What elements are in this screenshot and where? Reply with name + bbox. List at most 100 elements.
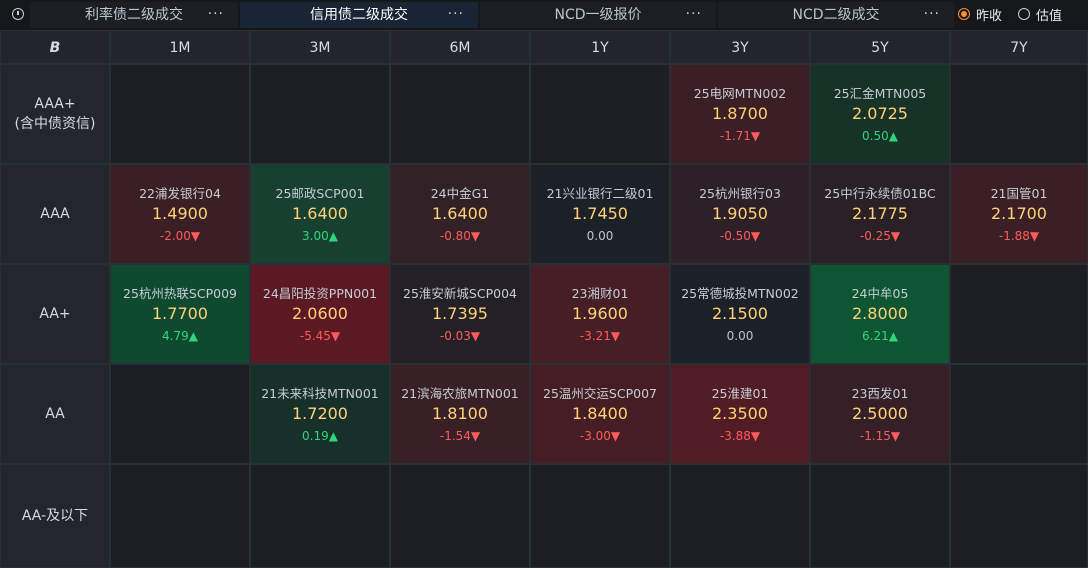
bond-name: 25淮建01 <box>711 386 769 401</box>
bond-name: 25中行永续债01BC <box>824 186 936 201</box>
radio-selected-icon <box>958 8 970 20</box>
tab-label: NCD二级成交 <box>792 7 880 23</box>
bond-cell[interactable]: 23湘财01 1.9600 -3.21▼ <box>530 264 670 364</box>
bond-yield: 1.8100 <box>432 404 488 423</box>
empty-cell <box>950 264 1088 364</box>
row-header: AAA+ (含中债资信) <box>0 64 110 164</box>
bond-change: -3.00▼ <box>579 429 621 443</box>
bond-yield: 1.9600 <box>572 304 628 323</box>
tab-ncd-primary-quote[interactable]: NCD一级报价 ··· <box>480 2 716 28</box>
empty-cell <box>950 364 1088 464</box>
bond-yield: 1.7700 <box>152 304 208 323</box>
column-header-3m: 3M <box>250 30 390 64</box>
more-icon[interactable]: ··· <box>448 2 464 26</box>
bond-cell[interactable]: 25杭州热联SCP009 1.7700 4.79▲ <box>110 264 250 364</box>
bond-name: 21滨海农旅MTN001 <box>401 386 519 401</box>
bond-yield: 2.8000 <box>852 304 908 323</box>
empty-cell <box>950 464 1088 568</box>
empty-cell <box>810 464 950 568</box>
column-header-5y: 5Y <box>810 30 950 64</box>
row-header-label: AA+ <box>39 306 71 322</box>
bond-yield: 2.1775 <box>852 204 908 223</box>
bond-name: 25常德城投MTN002 <box>681 286 799 301</box>
bond-name: 25汇金MTN005 <box>833 86 927 101</box>
more-icon[interactable]: ··· <box>924 2 940 26</box>
top-tab-bar: 利率债二级成交 ··· 信用债二级成交 ··· NCD一级报价 ··· NCD二… <box>0 0 1088 30</box>
bond-cell[interactable]: 25淮建01 2.3500 -3.88▼ <box>670 364 810 464</box>
column-header-1m: 1M <box>110 30 250 64</box>
column-header-label: 3M <box>309 40 331 56</box>
bond-yield: 1.9050 <box>712 204 768 223</box>
column-header-7y: 7Y <box>950 30 1088 64</box>
tab-rate-bond-secondary[interactable]: 利率债二级成交 ··· <box>30 2 238 28</box>
bond-yield: 1.7395 <box>432 304 488 323</box>
bond-change: -1.71▼ <box>719 129 761 143</box>
radio-label: 估值 <box>1036 9 1063 24</box>
bond-cell[interactable]: 24昌阳投资PPN001 2.0600 -5.45▼ <box>250 264 390 364</box>
bond-change: 6.21▲ <box>862 329 898 343</box>
bond-change: -1.15▼ <box>859 429 901 443</box>
empty-cell <box>250 64 390 164</box>
bond-cell[interactable]: 25中行永续债01BC 2.1775 -0.25▼ <box>810 164 950 264</box>
more-icon[interactable]: ··· <box>686 2 702 26</box>
empty-cell <box>530 64 670 164</box>
bond-yield: 2.0600 <box>292 304 348 323</box>
bond-change: -3.21▼ <box>579 329 621 343</box>
bond-yield: 1.4900 <box>152 204 208 223</box>
bond-cell[interactable]: 21国管01 2.1700 -1.88▼ <box>950 164 1088 264</box>
info-icon[interactable] <box>12 8 24 20</box>
bond-cell[interactable]: 23西发01 2.5000 -1.15▼ <box>810 364 950 464</box>
bond-change: 3.00▲ <box>302 229 338 243</box>
bond-cell[interactable]: 24中金G1 1.6400 -0.80▼ <box>390 164 530 264</box>
bond-name: 25电网MTN002 <box>693 86 787 101</box>
empty-cell <box>530 464 670 568</box>
bond-change: -0.03▼ <box>439 329 481 343</box>
tab-label: 信用债二级成交 <box>310 7 408 23</box>
bond-cell[interactable]: 21未来科技MTN001 1.7200 0.19▲ <box>250 364 390 464</box>
bond-cell[interactable]: 25杭州银行03 1.9050 -0.50▼ <box>670 164 810 264</box>
bond-yield: 2.1500 <box>712 304 768 323</box>
tab-label: NCD一级报价 <box>554 7 642 23</box>
bond-yield: 1.8700 <box>712 104 768 123</box>
bond-name: 25杭州热联SCP009 <box>123 286 237 301</box>
bond-name: 23湘财01 <box>571 286 629 301</box>
bond-cell[interactable]: 22浦发银行04 1.4900 -2.00▼ <box>110 164 250 264</box>
radio-unselected-icon <box>1018 8 1030 20</box>
bond-change: 0.50▲ <box>862 129 898 143</box>
bond-cell[interactable]: 25邮政SCP001 1.6400 3.00▲ <box>250 164 390 264</box>
row-header: AAA <box>0 164 110 264</box>
bond-yield: 1.7200 <box>292 404 348 423</box>
bond-cell[interactable]: 21滨海农旅MTN001 1.8100 -1.54▼ <box>390 364 530 464</box>
tab-ncd-secondary[interactable]: NCD二级成交 ··· <box>718 2 954 28</box>
row-header: AA+ <box>0 264 110 364</box>
bond-name: 22浦发银行04 <box>139 186 221 201</box>
bond-cell[interactable]: 25淮安新城SCP004 1.7395 -0.03▼ <box>390 264 530 364</box>
bond-cell[interactable]: 21兴业银行二级01 1.7450 0.00 <box>530 164 670 264</box>
bond-yield: 2.0725 <box>852 104 908 123</box>
bond-name: 25温州交运SCP007 <box>543 386 657 401</box>
bond-name: 21兴业银行二级01 <box>546 186 654 201</box>
bond-change: -2.00▼ <box>159 229 201 243</box>
bond-cell[interactable]: 24中牟05 2.8000 6.21▲ <box>810 264 950 364</box>
bond-cell[interactable]: 25汇金MTN005 2.0725 0.50▲ <box>810 64 950 164</box>
bond-name: 24中金G1 <box>430 186 490 201</box>
column-header-3y: 3Y <box>670 30 810 64</box>
empty-cell <box>110 364 250 464</box>
row-header-label: AAA+ (含中债资信) <box>14 96 96 132</box>
bond-cell[interactable]: 25常德城投MTN002 2.1500 0.00 <box>670 264 810 364</box>
column-header-label: 5Y <box>871 40 889 56</box>
bond-b-icon[interactable]: B <box>1 31 109 65</box>
bond-cell[interactable]: 25温州交运SCP007 1.8400 -3.00▼ <box>530 364 670 464</box>
bond-name: 24中牟05 <box>851 286 909 301</box>
tab-credit-bond-secondary[interactable]: 信用债二级成交 ··· <box>240 2 478 28</box>
row-header-label: AA-及以下 <box>21 508 89 524</box>
empty-cell <box>390 464 530 568</box>
bond-change: -1.88▼ <box>998 229 1040 243</box>
bond-change: -5.45▼ <box>299 329 341 343</box>
column-header-label: 1Y <box>591 40 609 56</box>
bond-cell[interactable]: 25电网MTN002 1.8700 -1.71▼ <box>670 64 810 164</box>
more-icon[interactable]: ··· <box>208 2 224 26</box>
column-header-label: 3Y <box>731 40 749 56</box>
bond-change: -3.88▼ <box>719 429 761 443</box>
bond-yield: 1.7450 <box>572 204 628 223</box>
